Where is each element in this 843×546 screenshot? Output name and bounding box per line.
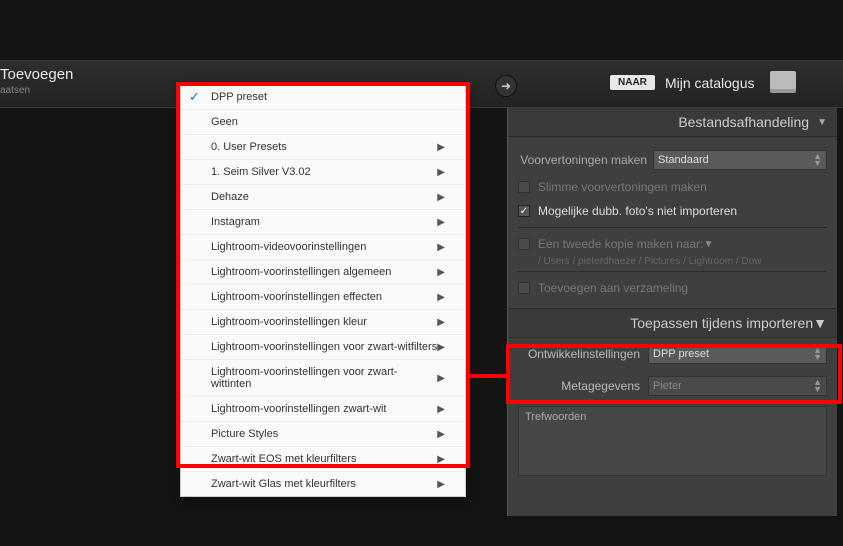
dropdown-item-label: Lightroom-voorinstellingen zwart-wit: [211, 403, 386, 415]
dropdown-item-label: Instagram: [211, 216, 260, 228]
develop-settings-value: DPP preset: [653, 348, 709, 360]
chevron-right-icon: ▶: [437, 292, 445, 303]
dropdown-item-label: Dehaze: [211, 191, 249, 203]
chevron-right-icon: ▶: [437, 454, 445, 465]
no-duplicates-checkbox[interactable]: ✓: [518, 205, 530, 217]
destination-arrow-button[interactable]: ➜: [495, 75, 517, 97]
dropdown-item-label: Lightroom-voorinstellingen voor zwart-wi…: [211, 366, 437, 390]
second-copy-path: / Users / pieterdhaeze / Pictures / Ligh…: [518, 256, 827, 267]
apply-during-import-panel-header[interactable]: Toepassen tijdens importeren ▼: [508, 308, 837, 338]
dropdown-submenu-item[interactable]: Instagram ▶: [181, 210, 465, 235]
dropdown-item-label: 1. Seim Silver V3.02: [211, 166, 311, 178]
dropdown-submenu-item[interactable]: Lightroom-videovoorinstellingen ▶: [181, 235, 465, 260]
smart-previews-checkbox[interactable]: [518, 181, 530, 193]
second-copy-label: Een tweede kopie maken naar:: [538, 237, 703, 251]
build-previews-value: Standaard: [658, 154, 709, 166]
apply-during-import-title: Toepassen tijdens importeren: [630, 315, 813, 331]
dropdown-submenu-item[interactable]: Lightroom-voorinstellingen algemeen ▶: [181, 260, 465, 285]
dropdown-submenu-item[interactable]: Lightroom-voorinstellingen voor zwart-wi…: [181, 360, 465, 397]
chevron-right-icon: ▶: [437, 429, 445, 440]
chevron-right-icon: ▶: [437, 167, 445, 178]
select-stepper-icon: ▲▼: [813, 379, 822, 393]
chevron-down-icon: ▼: [817, 117, 827, 128]
develop-preset-dropdown: ✓ DPP preset Geen 0. User Presets▶1. Sei…: [180, 84, 466, 497]
dropdown-submenu-item[interactable]: 0. User Presets ▶: [181, 135, 465, 160]
dropdown-item-label: Zwart-wit EOS met kleurfilters: [211, 453, 356, 465]
dropdown-submenu-item[interactable]: Lightroom-voorinstellingen effecten ▶: [181, 285, 465, 310]
build-previews-select[interactable]: Standaard ▲▼: [653, 150, 827, 170]
dropdown-submenu-item[interactable]: 1. Seim Silver V3.02 ▶: [181, 160, 465, 185]
chevron-right-icon: ▶: [437, 479, 445, 490]
add-to-collection-label: Toevoegen aan verzameling: [538, 281, 688, 295]
dropdown-item-label: Lightroom-voorinstellingen algemeen: [211, 266, 391, 278]
chevron-right-icon: ▶: [437, 373, 445, 384]
checkmark-icon: ✓: [189, 89, 200, 105]
dropdown-item-selected[interactable]: ✓ DPP preset: [181, 85, 465, 110]
dropdown-item-label: Lightroom-videovoorinstellingen: [211, 241, 366, 253]
chevron-right-icon: ▶: [437, 142, 445, 153]
dropdown-submenu-item[interactable]: Lightroom-voorinstellingen kleur ▶: [181, 310, 465, 335]
dropdown-submenu-item[interactable]: Zwart-wit Glas met kleurfilters ▶: [181, 472, 465, 496]
dropdown-item-label: Lightroom-voorinstellingen kleur: [211, 316, 367, 328]
file-handling-title: Bestandsafhandeling: [678, 114, 809, 130]
metadata-label: Metagegevens: [518, 379, 648, 393]
chevron-down-icon: ▼: [813, 315, 827, 331]
chevron-right-icon: ▶: [437, 192, 445, 203]
dropdown-item-label: Picture Styles: [211, 428, 278, 440]
smart-previews-label: Slimme voorvertoningen maken: [538, 180, 707, 194]
import-mode-subtitle: aatsen: [0, 85, 73, 96]
develop-settings-select[interactable]: DPP preset ▲▼: [648, 344, 827, 364]
dropdown-item-label: Lightroom-voorinstellingen effecten: [211, 291, 382, 303]
dropdown-submenu-item[interactable]: Zwart-wit EOS met kleurfilters ▶: [181, 447, 465, 472]
chevron-right-icon: ▶: [437, 217, 445, 228]
annotation-connector-line: [466, 374, 510, 378]
dropdown-submenu-item[interactable]: Dehaze ▶: [181, 185, 465, 210]
dropdown-submenu-item[interactable]: Picture Styles ▶: [181, 422, 465, 447]
catalog-name-label: Mijn catalogus: [665, 75, 755, 91]
arrow-right-icon: ➜: [501, 79, 511, 93]
file-handling-panel-header[interactable]: Bestandsafhandeling ▼: [508, 108, 837, 137]
select-stepper-icon: ▲▼: [813, 347, 822, 361]
import-mode-title[interactable]: Toevoegen: [0, 66, 73, 83]
chevron-right-icon: ▶: [437, 267, 445, 278]
dropdown-submenu-item[interactable]: Lightroom-voorinstellingen voor zwart-wi…: [181, 335, 465, 360]
select-stepper-icon: ▲▼: [813, 153, 822, 167]
metadata-value: Pieter: [653, 380, 682, 392]
dropdown-item-label: Geen: [211, 116, 238, 128]
chevron-right-icon: ▶: [437, 317, 445, 328]
dropdown-submenu-item[interactable]: Lightroom-voorinstellingen zwart-wit ▶: [181, 397, 465, 422]
drive-icon: [770, 71, 796, 89]
keywords-label: Trefwoorden: [525, 411, 586, 423]
no-duplicates-label: Mogelijke dubb. foto's niet importeren: [538, 204, 737, 218]
dropdown-item-label: DPP preset: [211, 91, 267, 103]
naar-badge: NAAR: [610, 75, 655, 90]
build-previews-label: Voorvertoningen maken: [518, 153, 653, 167]
chevron-right-icon: ▶: [437, 242, 445, 253]
dropdown-item-none[interactable]: Geen: [181, 110, 465, 135]
chevron-down-icon: ▼: [703, 239, 713, 250]
second-copy-checkbox[interactable]: [518, 238, 530, 250]
dropdown-item-label: 0. User Presets: [211, 141, 287, 153]
chevron-right-icon: ▶: [437, 404, 445, 415]
keywords-input[interactable]: Trefwoorden: [518, 406, 827, 476]
dropdown-item-label: Lightroom-voorinstellingen voor zwart-wi…: [211, 341, 437, 353]
metadata-select[interactable]: Pieter ▲▼: [648, 376, 827, 396]
add-to-collection-checkbox[interactable]: [518, 282, 530, 294]
dropdown-item-label: Zwart-wit Glas met kleurfilters: [211, 478, 356, 490]
develop-settings-label: Ontwikkelinstellingen: [518, 347, 648, 361]
chevron-right-icon: ▶: [437, 342, 445, 353]
